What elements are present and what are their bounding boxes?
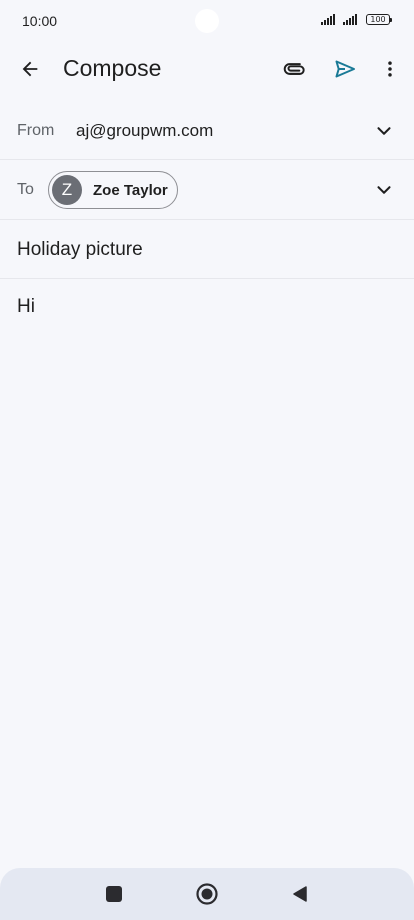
app-bar: Compose [0, 42, 414, 96]
signal-icon [321, 14, 335, 25]
recents-button[interactable] [101, 881, 127, 907]
page-title: Compose [63, 55, 162, 81]
attach-button[interactable] [279, 53, 311, 85]
body-field[interactable]: Hi [17, 296, 35, 318]
back-button[interactable] [14, 53, 46, 85]
home-button[interactable] [194, 881, 220, 907]
more-vert-icon [388, 61, 392, 77]
chevron-down-icon [377, 186, 391, 194]
more-options-button[interactable] [374, 53, 406, 85]
from-expand-button[interactable] [372, 119, 396, 143]
status-time: 10:00 [22, 13, 58, 29]
recipient-chip[interactable]: Z Zoe Taylor [48, 171, 178, 209]
triangle-back-icon [293, 886, 307, 902]
to-expand-button[interactable] [372, 178, 396, 202]
to-row[interactable]: To Z Zoe Taylor [0, 160, 414, 220]
chevron-down-icon [377, 127, 391, 135]
signal-icon-2 [343, 14, 357, 25]
circle-icon [196, 883, 218, 905]
subject-row[interactable]: Holiday picture [0, 220, 414, 279]
send-button[interactable] [329, 53, 361, 85]
camera-cutout [195, 9, 219, 33]
status-icons: 100 [321, 14, 392, 25]
nav-back-button[interactable] [287, 881, 313, 907]
arrow-back-icon [22, 61, 38, 77]
to-label: To [17, 181, 34, 198]
status-bar: 10:00 100 [0, 0, 414, 42]
send-icon [335, 60, 355, 78]
from-value: aj@groupwm.com [76, 121, 214, 140]
battery-icon: 100 [366, 14, 392, 25]
from-row[interactable]: From aj@groupwm.com [0, 102, 414, 160]
recipient-name: Zoe Taylor [93, 181, 168, 199]
paperclip-icon [283, 63, 305, 75]
from-label: From [17, 122, 55, 139]
square-icon [106, 886, 122, 902]
subject-field[interactable]: Holiday picture [17, 239, 143, 261]
navigation-bar [0, 868, 414, 920]
avatar: Z [52, 175, 82, 205]
